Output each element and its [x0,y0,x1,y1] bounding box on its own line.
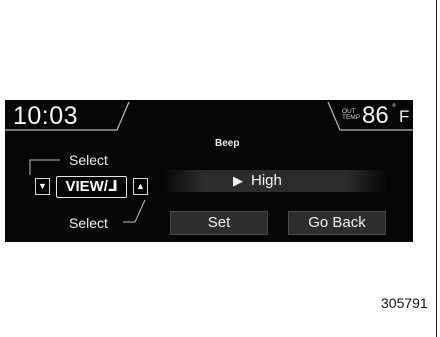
out-temp-value: 86 [362,102,389,129]
display-screen: 10:03 OUT TEMP 86 ° F Beep ▶ High Select… [5,100,413,242]
degree-symbol: ° [392,103,396,114]
selected-value: High [251,172,282,189]
play-triangle-icon: ▶ [233,173,243,188]
set-button[interactable]: Set [170,211,268,235]
select-up-button[interactable]: ▲ [133,178,148,195]
select-label-top: Select [69,152,108,168]
select-label-bottom: Select [69,215,108,231]
temp-unit: F [399,107,410,126]
select-down-button[interactable]: ▼ [35,178,50,195]
clock-display: 10:03 [13,102,79,130]
view-enter-button[interactable]: VIEW/⅃ [56,176,127,198]
out-temp-label: OUT TEMP [342,108,361,121]
screen-title: Beep [215,138,240,149]
figure-code: 305791 [381,295,428,311]
go-back-button[interactable]: Go Back [288,211,386,235]
